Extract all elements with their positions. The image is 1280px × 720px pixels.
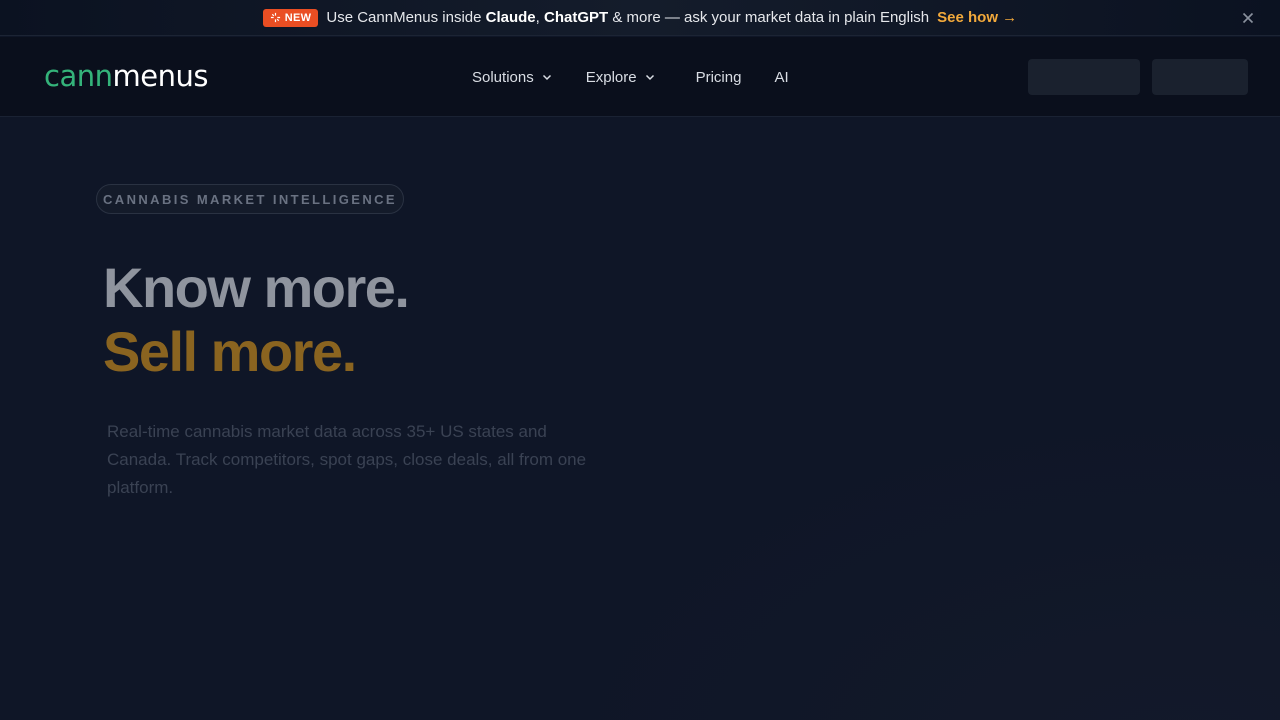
logo-menus: menus	[112, 59, 208, 93]
nav-ai-label: AI	[774, 68, 789, 86]
close-icon[interactable]	[1240, 10, 1256, 26]
announcement-chatgpt: ChatGPT	[544, 9, 609, 26]
hero-subtext: Real-time cannabis market data across 35…	[107, 422, 587, 497]
sparkle-icon	[270, 12, 280, 23]
hero-headline: Know more. Sell more.	[103, 256, 410, 384]
main-navbar: cannmenus Solutions Explore Pricing AI	[0, 37, 1280, 117]
cannmenus-logo[interactable]: cannmenus	[44, 61, 208, 91]
nav-item-explore[interactable]: Explore	[586, 69, 656, 86]
nav-item-ai[interactable]: AI	[774, 69, 788, 86]
nav-item-solutions[interactable]: Solutions	[472, 69, 553, 86]
announcement-suffix: & more — ask your market data in plain E…	[608, 9, 930, 26]
chevron-down-icon	[645, 74, 654, 81]
eyebrow-pill: CANNABIS MARKET INTELLIGENCE	[96, 184, 404, 214]
announcement-claude: Claude	[485, 9, 536, 26]
new-badge-label: NEW	[284, 11, 312, 24]
nav-links: Solutions Explore Pricing AI	[472, 66, 789, 88]
announcement-text: Use CannMenus inside Claude, ChatGPT & m…	[326, 9, 929, 26]
nav-explore-label: Explore	[585, 68, 637, 86]
announcement-bar: NEW Use CannMenus inside Claude, ChatGPT…	[0, 0, 1280, 36]
new-badge: NEW	[262, 8, 319, 27]
announcement-separator: ,	[535, 9, 544, 26]
see-how-link[interactable]: See how →	[937, 9, 1017, 26]
login-button-placeholder[interactable]	[1028, 59, 1140, 95]
hero-section: CANNABIS MARKET INTELLIGENCE Know more. …	[0, 118, 1280, 720]
headline-line-2: Sell more.	[103, 320, 357, 383]
nav-solutions-label: Solutions	[472, 68, 534, 86]
nav-pricing-label: Pricing	[695, 68, 742, 86]
announcement-prefix: Use CannMenus inside	[326, 9, 486, 26]
chevron-down-icon	[542, 74, 551, 81]
logo-cann: cann	[44, 59, 113, 93]
signup-button-placeholder[interactable]	[1152, 59, 1248, 95]
headline-line-1: Know more.	[103, 256, 410, 319]
nav-item-pricing[interactable]: Pricing	[696, 69, 742, 86]
